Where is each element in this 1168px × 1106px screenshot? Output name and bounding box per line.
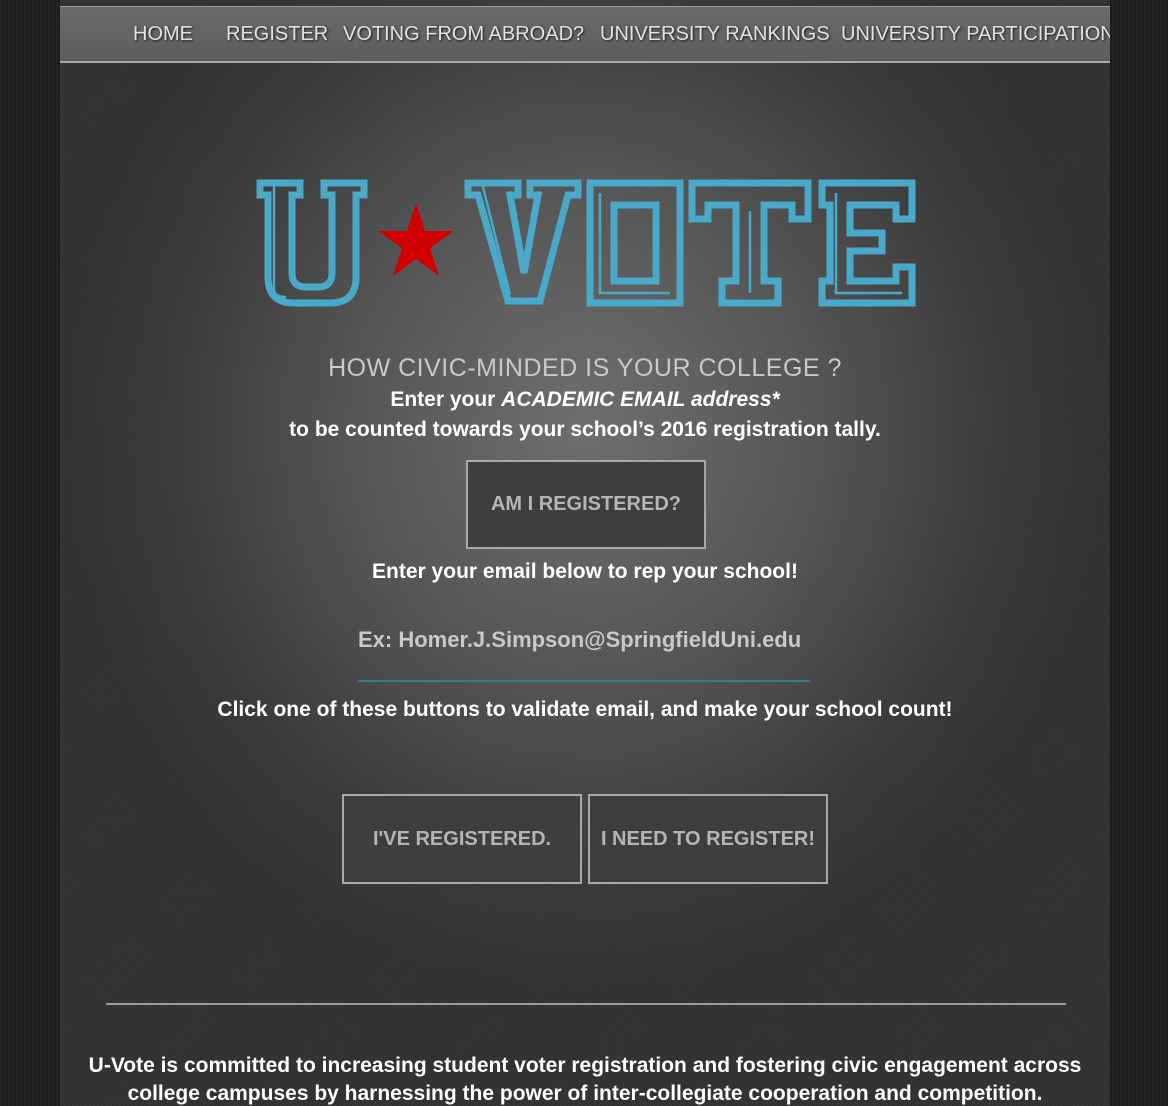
nav-university-participation[interactable]: UNIVERSITY PARTICIPATION xyxy=(841,7,1110,61)
validate-prompt: Click one of these buttons to validate e… xyxy=(217,698,953,721)
uvote-logo xyxy=(256,179,916,307)
red-star-icon xyxy=(378,203,454,276)
am-i-registered-button[interactable]: AM I REGISTERED? xyxy=(466,460,706,549)
rep-your-school-prompt: Enter your email below to rep your schoo… xyxy=(372,560,798,583)
nav-register[interactable]: REGISTER xyxy=(226,7,328,61)
nav-university-rankings[interactable]: UNIVERSITY RANKINGS xyxy=(600,7,830,61)
content-panel: HOME REGISTER VOTING FROM ABROAD? UNIVER… xyxy=(60,0,1110,1106)
nav-voting-from-abroad[interactable]: VOTING FROM ABROAD? xyxy=(343,7,584,61)
email-input[interactable] xyxy=(358,618,810,682)
top-nav: HOME REGISTER VOTING FROM ABROAD? UNIVER… xyxy=(60,6,1110,63)
headline: HOW CIVIC-MINDED IS YOUR COLLEGE ? xyxy=(328,354,842,382)
divider xyxy=(106,1003,1066,1005)
instruction-line-2: to be counted towards your school’s 2016… xyxy=(289,418,881,441)
ive-registered-button[interactable]: I'VE REGISTERED. xyxy=(342,794,582,884)
mission-line-2: college campuses by harnessing the power… xyxy=(127,1082,1043,1105)
instruction-line-1: Enter your ACADEMIC EMAIL address* xyxy=(390,388,780,411)
nav-home[interactable]: HOME xyxy=(133,7,193,61)
mission-statement: U-Vote is committed to increasing studen… xyxy=(60,1052,1110,1106)
need-to-register-button[interactable]: I NEED TO REGISTER! xyxy=(588,794,828,884)
academic-email-emphasis: ACADEMIC EMAIL address* xyxy=(501,388,780,411)
mission-line-1: U-Vote is committed to increasing studen… xyxy=(88,1054,1082,1077)
